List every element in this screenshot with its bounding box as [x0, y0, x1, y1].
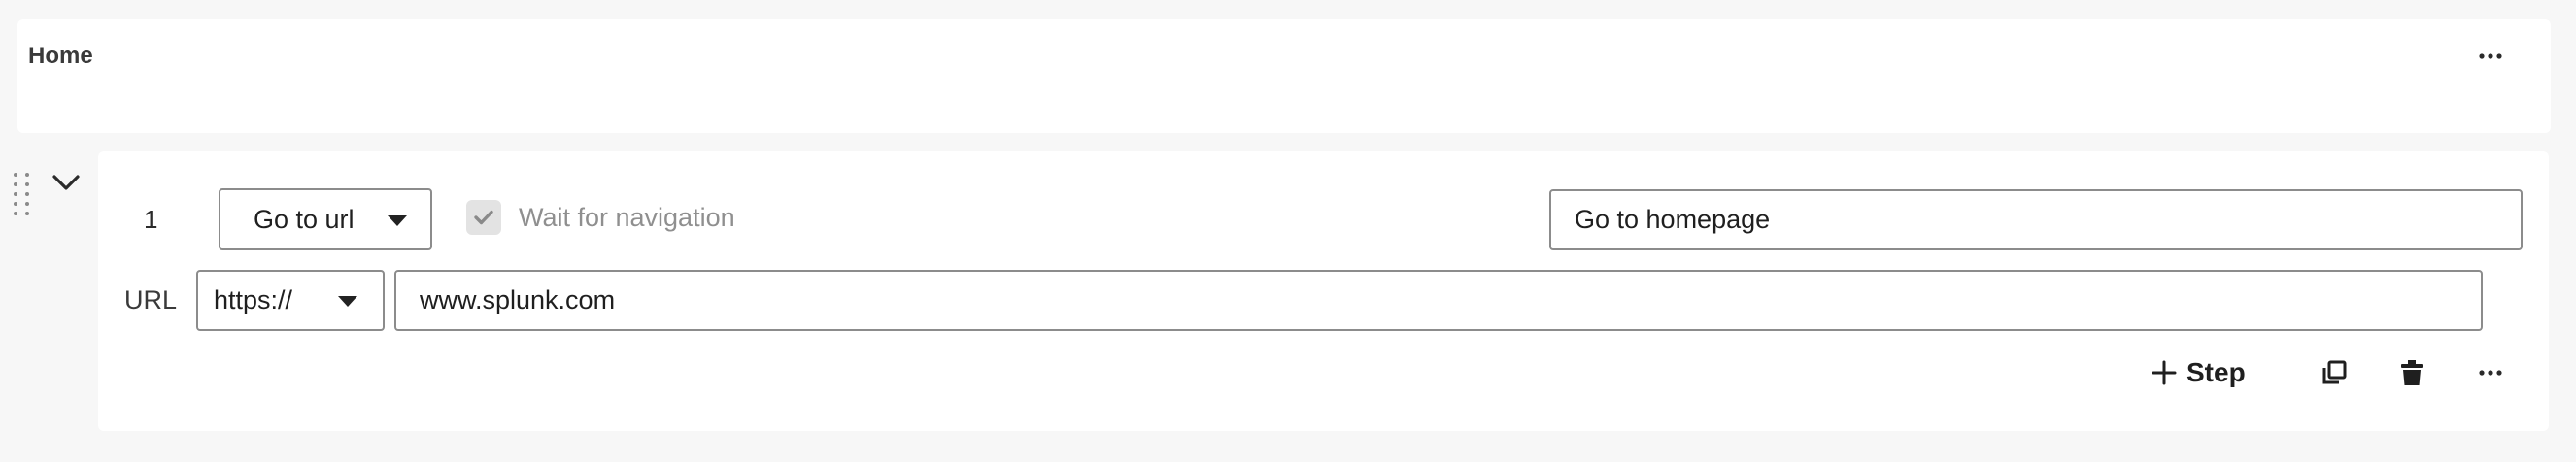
trash-icon — [2401, 360, 2423, 385]
more-horizontal-icon — [2479, 53, 2502, 59]
step-name-input[interactable]: Go to homepage — [1549, 189, 2523, 250]
step-number: 1 — [144, 205, 158, 234]
duplicate-step-button[interactable] — [2313, 351, 2356, 394]
delete-step-button[interactable] — [2390, 351, 2433, 394]
add-step-label: Step — [2186, 357, 2246, 387]
caret-down-icon — [338, 296, 357, 307]
wait-for-navigation-label: Wait for navigation — [519, 202, 735, 232]
drag-handle-icon[interactable] — [14, 173, 35, 215]
wait-for-navigation-checkbox[interactable] — [466, 200, 501, 235]
duplicate-icon — [2322, 360, 2347, 384]
url-value: www.splunk.com — [420, 285, 616, 314]
check-icon — [474, 210, 493, 225]
protocol-select-value: https:// — [214, 285, 293, 314]
wait-for-navigation-option[interactable]: Wait for navigation — [466, 200, 735, 235]
add-step-button[interactable]: Step — [2152, 353, 2246, 392]
collapse-step-button[interactable] — [49, 167, 84, 198]
url-label: URL — [124, 285, 178, 314]
url-input[interactable]: www.splunk.com — [394, 270, 2483, 331]
chevron-down-icon — [52, 175, 80, 190]
action-select-value: Go to url — [254, 204, 355, 234]
caret-down-icon — [388, 215, 407, 226]
section-more-button[interactable] — [2469, 37, 2512, 76]
more-horizontal-icon — [2479, 370, 2502, 376]
step-name-value: Go to homepage — [1575, 205, 1771, 234]
protocol-select[interactable]: https:// — [196, 270, 385, 331]
plus-icon — [2152, 360, 2177, 385]
step-more-button[interactable] — [2469, 351, 2512, 394]
action-select[interactable]: Go to url — [219, 188, 432, 250]
section-header-card — [17, 19, 2551, 133]
section-title: Home — [28, 43, 93, 69]
